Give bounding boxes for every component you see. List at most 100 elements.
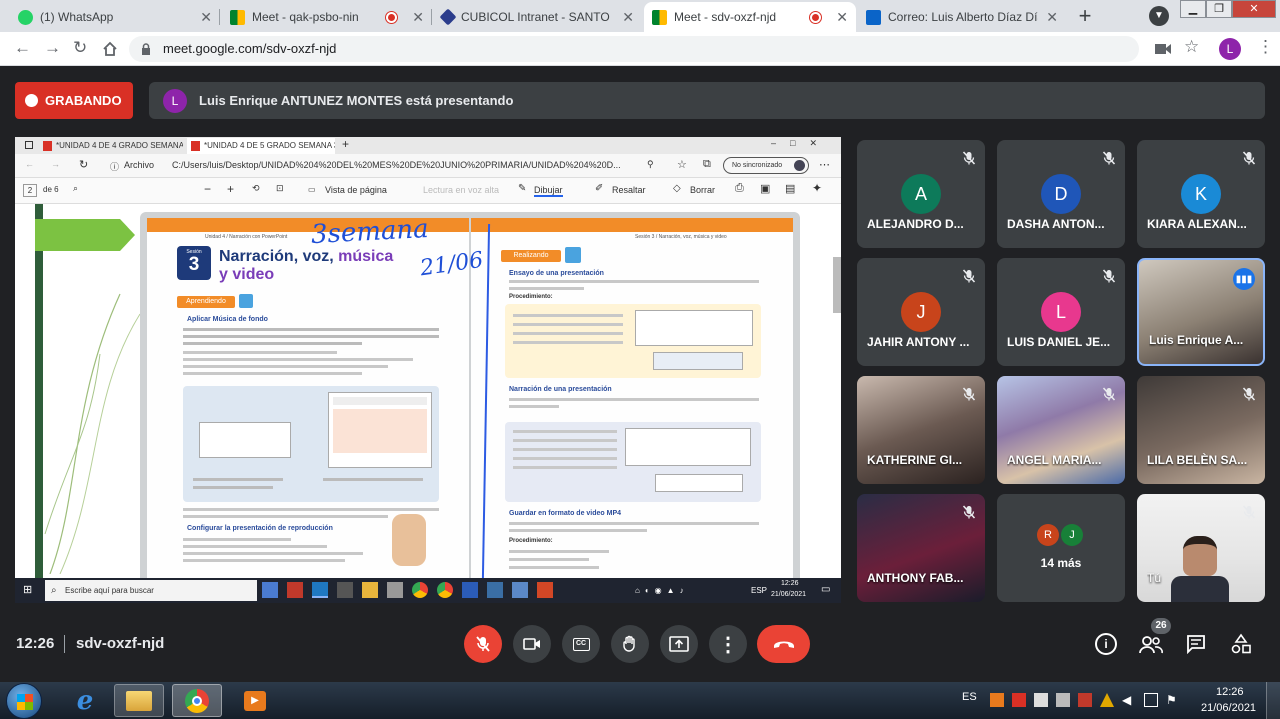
collections-icon: ⧉ [703, 158, 711, 170]
home-icon[interactable] [102, 41, 118, 57]
input-language[interactable]: ES [962, 691, 977, 703]
window-close-button[interactable]: ✕ [1232, 0, 1276, 18]
shared-win-taskbar: ⊞ ⌕ Escribe aquí para buscar ⌂◐◉▲♪ ESP 1… [15, 578, 841, 603]
back-icon: ← [25, 159, 34, 169]
present-screen-icon [669, 636, 689, 652]
url-input[interactable]: meet.google.com/sdv-oxzf-njd [129, 36, 1139, 62]
folder-icon [362, 582, 378, 598]
taskbar-chrome[interactable] [172, 684, 222, 717]
recording-indicator[interactable]: GRABANDO [15, 82, 133, 119]
present-button[interactable] [660, 625, 698, 663]
media-player-icon: ▶ [244, 690, 266, 711]
participant-tile[interactable]: Tú [1137, 494, 1265, 602]
unit-label: Sesión 3 / Narración, voz, música y vide… [635, 234, 727, 240]
mic-button[interactable] [464, 625, 502, 663]
participant-tile[interactable]: ANGEL MARIA... [997, 376, 1125, 484]
clock-time[interactable]: 12:26 [1216, 686, 1244, 698]
camera-button[interactable] [513, 625, 551, 663]
bookmark-star-icon[interactable]: ☆ [1184, 37, 1199, 57]
text-block [183, 538, 363, 562]
windows-start-icon: ⊞ [23, 584, 33, 596]
resaltar-label: Resaltar [612, 185, 646, 195]
app-icon [487, 582, 503, 598]
back-icon[interactable]: ← [14, 38, 31, 58]
windows-logo-icon [17, 694, 33, 710]
participant-tile[interactable]: K KIARA ALEXAN... [1137, 140, 1265, 248]
participant-tile[interactable]: ANTHONY FAB... [857, 494, 985, 602]
participant-tile[interactable]: A ALEJANDRO D... [857, 140, 985, 248]
camera-icon[interactable] [1155, 43, 1171, 55]
participant-tile[interactable]: J JAHIR ANTONY ... [857, 258, 985, 366]
participant-tile[interactable]: L LUIS DANIEL JE... [997, 258, 1125, 366]
activities-icon[interactable] [1230, 633, 1252, 655]
tray-icon [1056, 693, 1070, 707]
participant-tile[interactable]: ▮▮▮ Luis Enrique A... [1137, 258, 1265, 366]
tab-correo[interactable]: Correo: Luis Alberto Díaz Díaz ✕ [858, 2, 1066, 32]
leave-call-button[interactable] [757, 625, 810, 663]
taskbar-ie[interactable]: e [60, 684, 110, 717]
tray-icons: ⌂◐◉▲♪ [635, 586, 689, 595]
app-icon [387, 582, 403, 598]
close-icon[interactable]: ✕ [1046, 9, 1058, 26]
save-icon: ▣ [760, 183, 771, 195]
tray-icon [990, 693, 1004, 707]
participant-name: JAHIR ANTONY ... [867, 335, 970, 349]
close-icon[interactable]: ✕ [622, 9, 634, 26]
close-icon[interactable]: ✕ [412, 9, 424, 26]
close-icon[interactable]: ✕ [836, 9, 848, 26]
participant-tile[interactable]: LILA BELÈN SA... [1137, 376, 1265, 484]
section-heading: Guardar en formato de video MP4 [509, 510, 622, 517]
pdf-icon [43, 141, 52, 151]
raise-hand-button[interactable] [611, 625, 649, 663]
chat-icon[interactable] [1186, 634, 1206, 654]
meeting-details-icon[interactable]: i [1095, 633, 1117, 655]
participant-name: Luis Enrique A... [1149, 333, 1244, 347]
participant-tile[interactable]: R J 14 más [997, 494, 1125, 602]
new-tab-button[interactable]: + [1071, 3, 1099, 29]
show-desktop-button[interactable] [1266, 682, 1280, 719]
steps-box [505, 422, 761, 502]
mic-off-icon [476, 636, 490, 652]
steps-text [513, 314, 623, 344]
mic-muted-icon [1101, 268, 1117, 284]
participant-avatar: L [1041, 292, 1081, 332]
self-video [1183, 536, 1217, 576]
captions-button[interactable]: CC [562, 625, 600, 663]
profile-avatar[interactable]: L [1219, 38, 1241, 60]
participant-tile[interactable]: D DASHA ANTON... [997, 140, 1125, 248]
divider [64, 635, 65, 653]
menu-dots-icon[interactable]: ⋮ [1257, 37, 1274, 57]
meeting-time: 12:26 [16, 635, 55, 652]
warning-icon [1100, 693, 1114, 707]
captions-icon: CC [572, 637, 590, 651]
reload-icon[interactable]: ↻ [73, 38, 87, 58]
text-block [509, 398, 759, 408]
tab-meet-qak[interactable]: Meet - qak-psbo-nin ✕ [222, 2, 432, 32]
more-avatar: R [1037, 524, 1059, 546]
tab-meet-sdv[interactable]: Meet - sdv-oxzf-njd ✕ [644, 2, 856, 32]
participant-name: LILA BELÈN SA... [1147, 453, 1248, 467]
forward-icon[interactable]: → [44, 38, 61, 58]
volume-icon: ◀ [1122, 693, 1132, 707]
minimize-button[interactable]: ▁ [1180, 0, 1206, 18]
more-options-button[interactable]: ⋮ [709, 625, 747, 663]
info-icon: ⓘ [110, 162, 120, 172]
start-button[interactable] [6, 683, 42, 719]
participant-tile[interactable]: KATHERINE GI... [857, 376, 985, 484]
close-icon[interactable]: ✕ [200, 9, 212, 26]
eraser-icon: ◇ [673, 183, 681, 194]
flag-icon: ⚑ [1166, 693, 1177, 707]
taskbar-explorer[interactable] [114, 684, 164, 717]
maximize-button[interactable]: ❐ [1206, 0, 1232, 18]
tab-search-icon[interactable]: ▼ [1149, 6, 1169, 26]
sync-label: No sincronizado [732, 162, 783, 169]
people-button[interactable] [1138, 633, 1164, 655]
mic-muted-icon [1241, 150, 1257, 166]
outlook-icon [866, 9, 881, 25]
clock-date[interactable]: 21/06/2021 [1201, 702, 1256, 714]
doc-title-line2: y video [219, 266, 275, 283]
mic-muted-icon [1101, 386, 1117, 402]
tab-whatsapp[interactable]: (1) WhatsApp ✕ [10, 2, 220, 32]
tab-cubicol[interactable]: CUBICOL Intranet - SANTO DOMINGO ✕ [434, 2, 642, 32]
taskbar-media[interactable]: ▶ [230, 684, 280, 717]
